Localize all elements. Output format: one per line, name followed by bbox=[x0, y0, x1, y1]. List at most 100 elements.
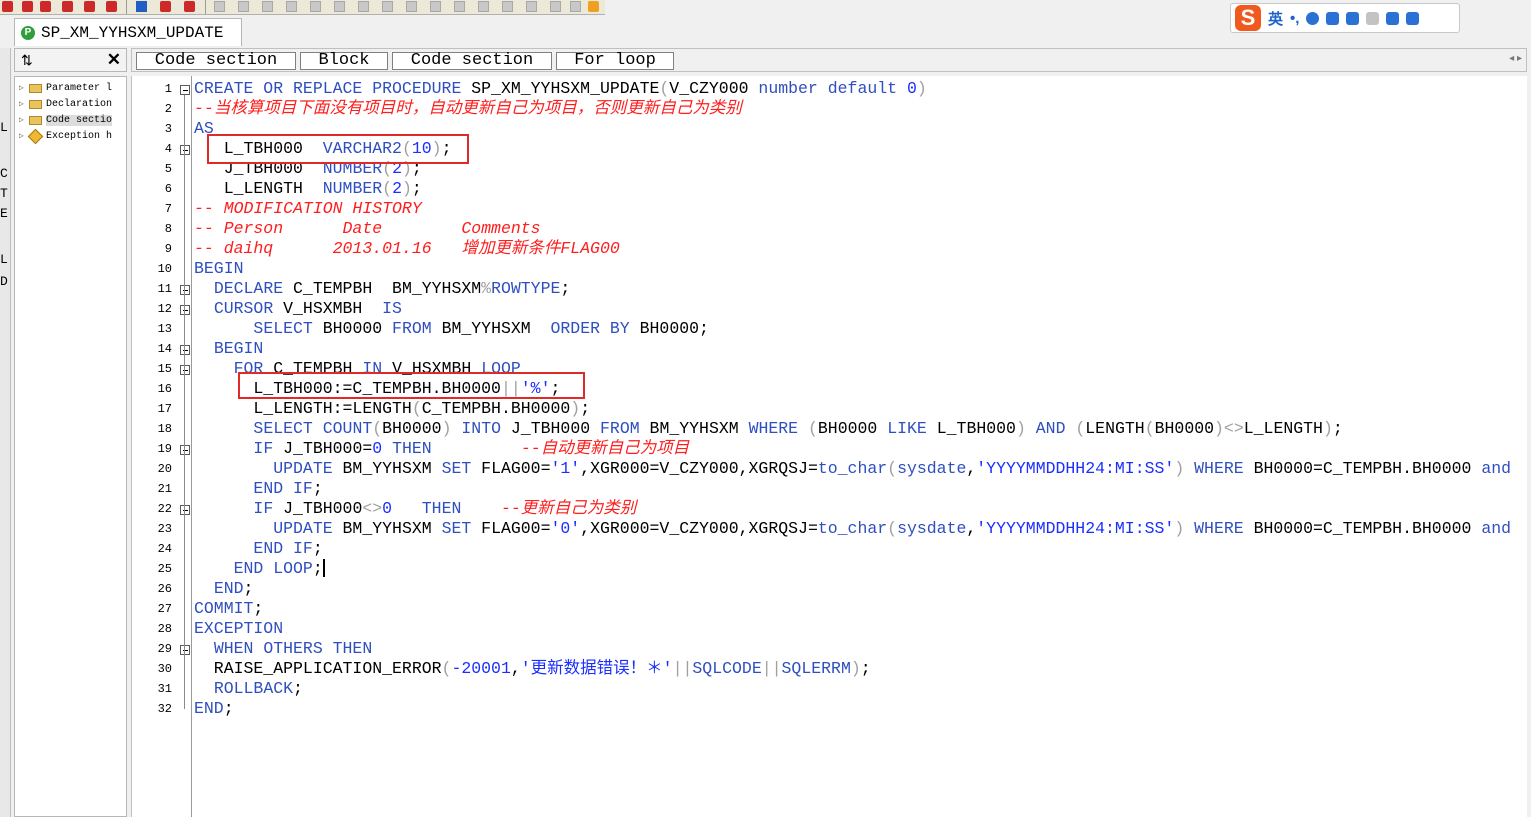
code-line[interactable]: -- MODIFICATION HISTORY bbox=[194, 199, 422, 219]
tree-item-code-section[interactable]: ▷ Code sectio bbox=[19, 113, 113, 127]
code-line[interactable]: UPDATE BM_YYHSXM SET FLAG00='1',XGR000=V… bbox=[194, 459, 1511, 479]
code-line[interactable]: END; bbox=[194, 699, 234, 719]
code-token: , bbox=[966, 519, 977, 538]
breadcrumb-item-code-section-2[interactable]: Code section bbox=[392, 52, 552, 70]
ime-toolbar: S 英 •, bbox=[1230, 3, 1460, 33]
toolbar-icon-4[interactable] bbox=[62, 1, 73, 12]
code-token: CREATE OR REPLACE PROCEDURE bbox=[194, 79, 472, 98]
breadcrumb-item-for-loop[interactable]: For loop bbox=[556, 52, 674, 70]
scroll-arrows-icon[interactable]: ◂ ▸ bbox=[1509, 53, 1522, 64]
code-line[interactable]: --当核算项目下面没有项目时，自动更新自己为项目，否则更新自己为类别 bbox=[194, 99, 742, 119]
close-icon[interactable]: ✕ bbox=[107, 50, 121, 70]
user-icon[interactable] bbox=[1366, 11, 1380, 25]
code-token: CURSOR bbox=[213, 299, 284, 318]
fold-toggle-icon[interactable] bbox=[180, 645, 190, 655]
editor-tab[interactable]: P SP_XM_YYHSXM_UPDATE bbox=[14, 18, 242, 46]
code-line[interactable]: ROLLBACK; bbox=[194, 679, 303, 699]
skin-icon[interactable] bbox=[1386, 11, 1400, 25]
run-icon[interactable] bbox=[136, 1, 147, 12]
tree-item-declaration[interactable]: ▷ Declaration bbox=[19, 97, 112, 111]
code-line[interactable]: CURSOR V_HSXMBH IS bbox=[194, 299, 402, 319]
code-token: J_TBH000 bbox=[510, 419, 601, 438]
code-line[interactable]: END IF; bbox=[194, 479, 322, 499]
fold-toggle-icon[interactable] bbox=[180, 305, 190, 315]
code-token: UPDATE bbox=[273, 519, 343, 538]
toolbar-disabled-icon-5 bbox=[310, 1, 321, 12]
code-line[interactable]: DECLARE C_TEMPBH BM_YYHSXM%ROWTYPE; bbox=[194, 279, 570, 299]
tree-item-parameter[interactable]: ▷ Parameter l bbox=[19, 81, 112, 95]
code-token: '1' bbox=[550, 459, 581, 478]
code-token: V_HSXMBH bbox=[283, 299, 383, 318]
code-area[interactable]: CREATE OR REPLACE PROCEDURE SP_XM_YYHSXM… bbox=[194, 76, 1524, 817]
code-token: BH0000 bbox=[322, 319, 393, 338]
fold-toggle-icon[interactable] bbox=[180, 365, 190, 375]
keyboard-icon[interactable] bbox=[1346, 11, 1360, 25]
code-line[interactable]: SELECT COUNT(BH0000) INTO J_TBH000 FROM … bbox=[194, 419, 1342, 439]
code-token: SET bbox=[441, 519, 482, 538]
code-token: ( bbox=[659, 79, 670, 98]
fold-toggle-icon[interactable] bbox=[180, 285, 190, 295]
fold-toggle-icon[interactable] bbox=[180, 145, 190, 155]
expand-arrow-icon[interactable]: ▷ bbox=[19, 99, 29, 109]
code-token: ; bbox=[243, 579, 254, 598]
code-token: AND bbox=[1035, 419, 1076, 438]
code-line[interactable]: BEGIN bbox=[194, 259, 244, 279]
code-line[interactable]: UPDATE BM_YYHSXM SET FLAG00='0',XGR000=V… bbox=[194, 519, 1511, 539]
toolbar-icon-2[interactable] bbox=[22, 1, 33, 12]
code-line[interactable]: BEGIN bbox=[194, 339, 264, 359]
step-icon[interactable] bbox=[160, 1, 171, 12]
stop-icon[interactable] bbox=[184, 1, 195, 12]
toolbar-icon-1[interactable] bbox=[2, 1, 13, 12]
fold-toggle-icon[interactable] bbox=[180, 345, 190, 355]
ime-mode-label[interactable]: 英 bbox=[1268, 8, 1283, 29]
code-token: FROM bbox=[392, 319, 442, 338]
code-line[interactable]: WHEN OTHERS THEN bbox=[194, 639, 372, 659]
fold-toggle-icon[interactable] bbox=[180, 85, 190, 95]
line-number: 26 bbox=[157, 582, 172, 596]
code-line[interactable]: RAISE_APPLICATION_ERROR(-20001,'更新数据错误！＊… bbox=[194, 659, 871, 679]
line-number: 13 bbox=[157, 322, 172, 336]
fold-toggle-icon[interactable] bbox=[180, 445, 190, 455]
toolbox-icon[interactable] bbox=[1406, 11, 1420, 25]
code-line[interactable]: -- daihq 2013.01.16 增加更新条件FLAG00 bbox=[194, 239, 620, 259]
code-line[interactable]: END LOOP; bbox=[194, 559, 323, 579]
ime-punct-label[interactable]: •, bbox=[1290, 10, 1299, 27]
line-number: 29 bbox=[157, 642, 172, 656]
code-line[interactable]: COMMIT; bbox=[194, 599, 263, 619]
sogou-logo-icon[interactable]: S bbox=[1235, 5, 1261, 31]
code-line[interactable]: SELECT BH0000 FROM BM_YYHSXM ORDER BY BH… bbox=[194, 319, 709, 339]
expand-arrow-icon[interactable]: ▷ bbox=[19, 115, 29, 125]
emoji-icon[interactable] bbox=[1306, 11, 1320, 25]
toolbar-icon-5[interactable] bbox=[84, 1, 95, 12]
code-token: ( bbox=[808, 419, 818, 438]
code-token: L_LENGTH bbox=[194, 179, 323, 198]
expand-arrow-icon[interactable]: ▷ bbox=[19, 83, 29, 93]
code-line[interactable]: L_LENGTH NUMBER(2); bbox=[194, 179, 422, 199]
compile-icon[interactable] bbox=[40, 1, 51, 12]
code-token: THEN bbox=[421, 499, 462, 518]
tree-item-label: Declaration bbox=[46, 98, 113, 110]
lock-icon[interactable] bbox=[588, 1, 599, 12]
line-number: 11 bbox=[157, 282, 172, 296]
code-token: -20001 bbox=[451, 659, 511, 678]
sort-az-icon[interactable]: ⇅ bbox=[21, 52, 33, 69]
code-editor[interactable]: 1 2 3 4 5 6 7 8 9 10 11 12 13 14 15 16 17 18 19 20 21 22 23 24 2… bbox=[131, 76, 1527, 817]
tree-item-exception[interactable]: ▷ Exception h bbox=[19, 128, 112, 144]
code-line[interactable]: END; bbox=[194, 579, 254, 599]
code-line[interactable]: L_LENGTH:=LENGTH(C_TEMPBH.BH0000); bbox=[194, 399, 590, 419]
line-number: 1 bbox=[164, 82, 172, 96]
toolbar-icon-6[interactable] bbox=[106, 1, 117, 12]
code-line[interactable]: IF J_TBH000<>0 THEN --更新自己为类别 bbox=[194, 499, 636, 519]
code-line[interactable]: EXCEPTION bbox=[194, 619, 283, 639]
fold-toggle-icon[interactable] bbox=[180, 505, 190, 515]
code-line[interactable]: IF J_TBH000=0 THEN --自动更新自己为项目 bbox=[194, 439, 689, 459]
code-token: BH0000=C_TEMPBH.BH0000 bbox=[1253, 519, 1482, 538]
code-line[interactable]: END IF; bbox=[194, 539, 322, 559]
code-line[interactable]: -- Person Date Comments bbox=[194, 219, 541, 239]
code-token: to_char bbox=[817, 459, 888, 478]
breadcrumb-item-code-section[interactable]: Code section bbox=[136, 52, 296, 70]
code-line[interactable]: CREATE OR REPLACE PROCEDURE SP_XM_YYHSXM… bbox=[194, 79, 927, 99]
breadcrumb-item-block[interactable]: Block bbox=[300, 52, 388, 70]
microphone-icon[interactable] bbox=[1326, 11, 1340, 25]
exception-icon bbox=[27, 128, 44, 144]
